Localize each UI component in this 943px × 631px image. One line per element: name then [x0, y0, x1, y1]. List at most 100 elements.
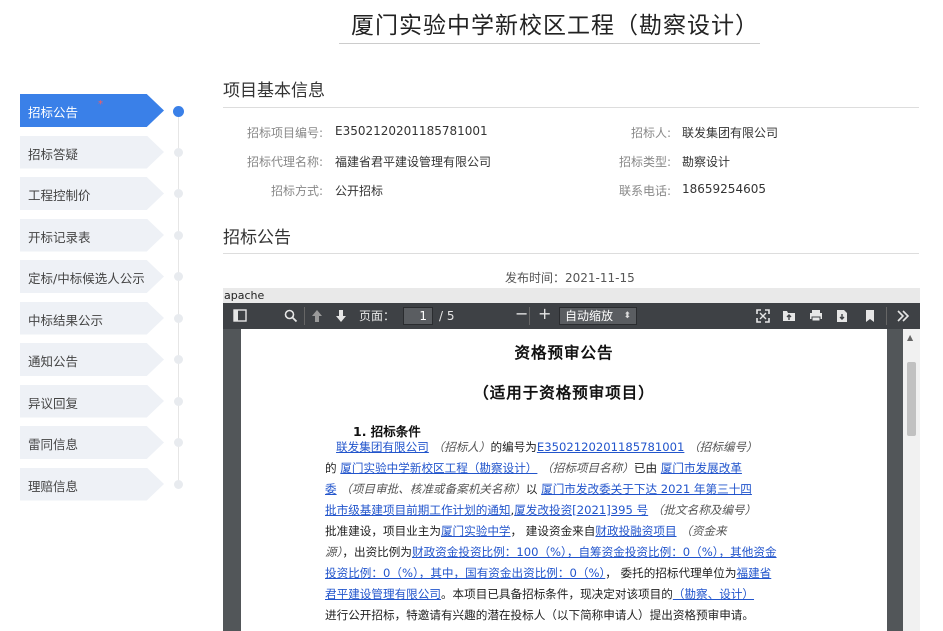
nav-timeline	[178, 110, 179, 485]
type-label: 招标类型:	[618, 155, 671, 169]
nav-item-qa[interactable]: 招标答疑	[20, 135, 164, 169]
doc-link-text: 批市级基建项目前期工作计划的通知	[325, 503, 511, 517]
pdf-toolbar: 页面： 1 / 5 − + 自动缩放 ⬍	[223, 303, 920, 329]
doc-link-text: 福建省	[736, 566, 772, 580]
timeline-dot	[174, 231, 183, 240]
publish-date: 2021-11-15	[565, 271, 635, 285]
timeline-dot	[174, 438, 183, 447]
phone-label: 联系电话:	[618, 184, 671, 198]
doc-note: （招标编号）	[688, 440, 758, 454]
scrollbar-thumb[interactable]	[907, 362, 916, 436]
doc-body-line: 联发集团有限公司 （招标人）的编号为E3502120201185781001 （…	[325, 440, 758, 454]
timeline-dot	[174, 314, 183, 323]
publish-time: 发布时间：2021-11-15	[505, 269, 635, 286]
doc-text: ，出资比例为	[342, 545, 412, 559]
nav-item-label: 招标公告	[28, 105, 79, 120]
page-label: 页面：	[359, 309, 396, 323]
scroll-up-icon[interactable]: ▲	[907, 333, 913, 342]
doc-note: （批文名称及编号）	[651, 503, 757, 517]
doc-link-text: 委	[325, 482, 337, 496]
doc-link-text: 厦门实验中学	[440, 524, 511, 538]
chevron-down-icon: ⬍	[623, 311, 631, 321]
doc-link-text: 君平建设管理有限公司	[325, 587, 441, 601]
basic-info-divider	[223, 107, 919, 108]
doc-link-text: E3502120201185781001	[536, 440, 685, 454]
doc-body-line: 投资比例：0（%），其中，国有资金出资比例：0（%）， 委托的招标代理单位为福建…	[325, 566, 771, 580]
doc-text: 进行公开招标，特邀请有兴趣的潜在投标人（以下简称申请人）提出资格预审申请。	[325, 608, 754, 622]
timeline-dot	[174, 480, 183, 489]
doc-title: 资格预审公告	[514, 344, 614, 362]
timeline-dot	[174, 355, 183, 364]
zoom-select[interactable]: 自动缩放 ⬍	[559, 307, 637, 325]
timeline-dot-active	[173, 106, 184, 117]
pdf-viewer: apache 页面： 1 / 5 − + 自动缩放 ⬍ 资格预审公告 （适用于资…	[223, 288, 920, 631]
doc-link-text: 财政资金投资比例：100（%），自筹资金投资比例：0（%），其他资金	[411, 545, 777, 559]
doc-text: 以	[525, 482, 538, 496]
page-number-input[interactable]: 1	[403, 307, 433, 325]
doc-body-line: 源），出资比例为财政资金投资比例：100（%），自筹资金投资比例：0（%），其他…	[325, 545, 777, 559]
doc-text: 。本项目已具备招标条件，现决定对该项目的	[440, 587, 673, 601]
doc-text: 的	[325, 461, 337, 475]
nav-item-label: 异议回复	[28, 395, 79, 411]
doc-text: 批准建设，项目业主为	[325, 524, 441, 538]
announcement-divider	[223, 253, 919, 254]
print-icon[interactable]	[809, 309, 823, 322]
nav-item-similarity[interactable]: 雷同信息	[20, 426, 164, 459]
nav-item-claims[interactable]: 理赔信息	[20, 467, 164, 501]
nav-item-tender-announcement[interactable]: 招标公告 *	[20, 94, 164, 127]
doc-note: （项目审批、核准或备案机关名称）	[340, 482, 526, 496]
nav-item-label: 通知公告	[28, 354, 79, 369]
doc-section-heading: 1. 招标条件	[353, 424, 421, 439]
doc-link-text: （勘察、设计）	[672, 587, 755, 601]
search-icon[interactable]	[284, 309, 298, 323]
page: 厦门实验中学新校区工程（勘察设计） 招标公告 * 招标答疑 工程控制价 开标记录…	[0, 0, 943, 631]
announcement-title: 招标公告	[223, 228, 291, 248]
sidebar-toggle-icon[interactable]	[233, 309, 247, 322]
doc-link-text: 厦发改投资[2021]395 号	[514, 503, 649, 517]
required-star: *	[98, 99, 103, 110]
nav-item-label: 中标结果公示	[28, 312, 104, 328]
timeline-dot	[174, 148, 183, 157]
nav-item-label: 招标答疑	[28, 146, 79, 162]
basic-info-title: 项目基本信息	[223, 81, 325, 101]
doc-body-line: 委 （项目审批、核准或备案机关名称）以 厦门市发改委关于下达 2021 年第三十…	[325, 482, 752, 496]
method-value: 公开招标	[335, 184, 384, 198]
presentation-mode-icon[interactable]	[756, 309, 770, 323]
zoom-in-button[interactable]: +	[538, 306, 551, 322]
toolbar-separator	[886, 307, 887, 325]
tools-menu-icon[interactable]	[896, 310, 910, 322]
doc-text: 已由	[633, 461, 658, 475]
page-title: 厦门实验中学新校区工程（勘察设计）	[351, 13, 759, 39]
doc-note: 源）	[325, 545, 343, 559]
next-page-icon[interactable]	[335, 309, 347, 323]
toolbar-separator	[304, 307, 305, 325]
doc-body-line: 进行公开招标，特邀请有兴趣的潜在投标人（以下简称申请人）提出资格预审申请。	[325, 608, 754, 622]
zoom-out-button[interactable]: −	[515, 306, 528, 322]
pdf-page: 资格预审公告 （适用于资格预审项目） 1. 招标条件 联发集团有限公司 （招标人…	[241, 329, 887, 631]
project-no-label: 招标项目编号:	[246, 126, 323, 140]
nav-item-notice[interactable]: 通知公告	[20, 343, 164, 376]
nav-item-label: 理赔信息	[28, 478, 79, 494]
tenderer-value: 联发集团有限公司	[682, 126, 779, 140]
doc-body-line: 的 厦门实验中学新校区工程（勘察设计） （招标项目名称）已由 厦门市发展改革	[325, 461, 742, 475]
nav-item-bid-opening[interactable]: 开标记录表	[20, 218, 164, 252]
timeline-dot	[174, 397, 183, 406]
nav-item-control-price[interactable]: 工程控制价	[20, 177, 164, 210]
nav-item-objection[interactable]: 异议回复	[20, 384, 164, 418]
download-icon[interactable]	[836, 309, 848, 323]
project-no-value: E3502120201185781001	[335, 124, 488, 138]
page-total: / 5	[439, 309, 455, 323]
doc-note: （招标人）	[432, 440, 491, 454]
doc-body-line: 君平建设管理有限公司。本项目已具备招标条件，现决定对该项目的（勘察、设计）	[325, 587, 754, 601]
doc-link-text: 厦门实验中学新校区工程（勘察设计）	[340, 461, 538, 475]
nav-item-result[interactable]: 中标结果公示	[20, 301, 164, 335]
timeline-dot	[174, 272, 183, 281]
nav-item-label: 定标/中标候选人公示	[28, 271, 145, 286]
doc-text: ， 委托的招标代理单位为	[605, 566, 737, 580]
open-file-icon[interactable]	[782, 309, 796, 322]
bookmark-icon[interactable]	[865, 309, 875, 323]
doc-link-text: 财政投融资项目	[595, 524, 677, 538]
timeline-dot	[174, 189, 183, 198]
previous-page-icon[interactable]	[311, 309, 323, 323]
nav-item-candidates[interactable]: 定标/中标候选人公示	[20, 260, 164, 293]
